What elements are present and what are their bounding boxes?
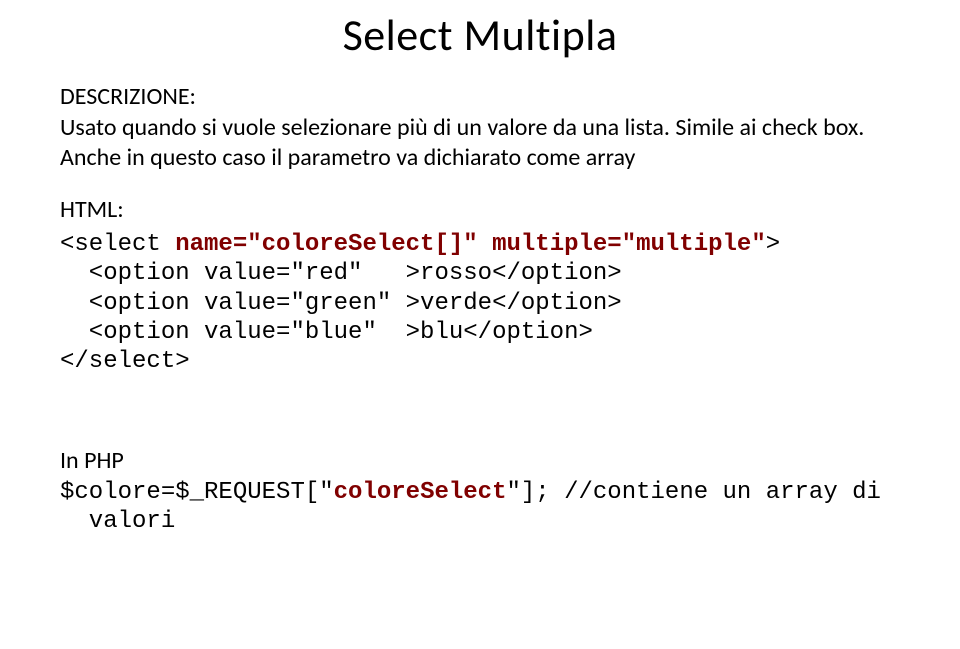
description-label: DESCRIZIONE:	[60, 82, 900, 111]
code-attr-name: name="coloreSelect[]"	[175, 231, 477, 258]
code-text: >	[766, 231, 780, 258]
code-line: </select>	[60, 348, 190, 375]
code-text: $colore=$_REQUEST["	[60, 479, 334, 506]
code-text: "]; //contiene un array di	[506, 479, 880, 506]
code-line: valori	[60, 508, 175, 535]
php-keyword: coloreSelect	[334, 479, 507, 506]
code-text	[478, 231, 492, 258]
code-attr-multiple: multiple="multiple"	[492, 231, 766, 258]
description-text: Usato quando si vuole selezionare più di…	[60, 113, 900, 173]
code-line: <option value="blue" >blu</option>	[60, 319, 593, 346]
php-label: In PHP	[60, 446, 900, 475]
html-label: HTML:	[60, 195, 900, 224]
code-line: <option value="red" >rosso</option>	[60, 260, 622, 287]
slide-content: Select Multipla DESCRIZIONE: Usato quand…	[0, 0, 960, 537]
slide-title: Select Multipla	[60, 8, 900, 62]
code-text: <select	[60, 231, 175, 258]
code-line: <option value="green" >verde</option>	[60, 290, 622, 317]
html-code-block: <select name="coloreSelect[]" multiple="…	[60, 230, 900, 376]
php-code-block: $colore=$_REQUEST["coloreSelect"]; //con…	[60, 479, 900, 537]
